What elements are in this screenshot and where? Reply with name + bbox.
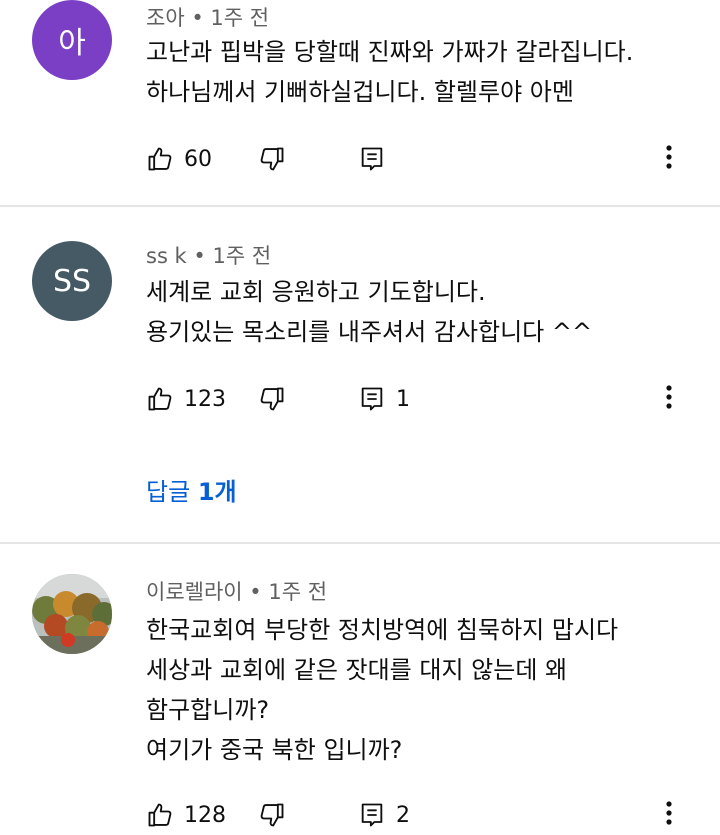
- author-name[interactable]: ss k: [146, 244, 187, 268]
- comment-reply-icon: [358, 801, 386, 829]
- comment-text: 한국교회여 부당한 정치방역에 침묵하지 맙시다 세상과 교회에 같은 잣대를 …: [146, 610, 618, 770]
- more-vertical-icon: [665, 384, 673, 414]
- reply-button[interactable]: 1: [358, 379, 410, 419]
- dislike-button[interactable]: [258, 795, 286, 835]
- reply-button[interactable]: [358, 139, 396, 179]
- comment-item: SS ss k • 1주 전 세계로 교회 응원하고 기도합니다. 용기있는 목…: [0, 238, 720, 538]
- comment-line: 한국교회여 부당한 정치방역에 침묵하지 맙시다: [146, 616, 619, 644]
- author-name[interactable]: 이로렐라이: [146, 580, 243, 604]
- comment-meta: ss k • 1주 전: [146, 240, 271, 270]
- comment-line: 고난과 핍박을 당할때 진짜와 가짜가 갈라집니다.: [146, 38, 634, 66]
- avatar[interactable]: 아: [32, 0, 112, 80]
- thumbs-up-icon: [146, 385, 174, 413]
- comment-time[interactable]: 1주 전: [268, 580, 327, 604]
- comment-item: 이로렐라이 • 1주 전 한국교회여 부당한 정치방역에 침묵하지 맙시다 세상…: [0, 574, 720, 828]
- avatar-initial: SS: [52, 263, 92, 299]
- thumbs-up-icon: [146, 801, 174, 829]
- thumbs-up-icon: [146, 145, 174, 173]
- like-count: 123: [184, 386, 226, 412]
- comment-actions: 60: [146, 139, 706, 179]
- comment-time[interactable]: 1주 전: [212, 244, 271, 268]
- autumn-landscape-photo-icon: [32, 574, 112, 654]
- comment-line: 여기가 중국 북한 입니까?: [146, 736, 403, 764]
- reply-count: 1: [396, 386, 410, 412]
- dislike-button[interactable]: [258, 379, 286, 419]
- thumbs-down-icon: [258, 145, 286, 173]
- like-button[interactable]: 123: [146, 379, 226, 419]
- like-button[interactable]: 60: [146, 139, 212, 179]
- divider: [0, 542, 720, 544]
- comment-line: 세상과 교회에 같은 잣대를 대지 않는데 왜: [146, 656, 568, 684]
- more-options-button[interactable]: [654, 139, 684, 179]
- comment-meta: 이로렐라이 • 1주 전: [146, 576, 327, 606]
- comment-actions: 128 2: [146, 795, 706, 835]
- view-replies-link[interactable]: 답글 1개: [146, 472, 237, 507]
- avatar[interactable]: [32, 574, 112, 654]
- like-button[interactable]: 128: [146, 795, 226, 835]
- divider: [0, 205, 720, 207]
- more-vertical-icon: [665, 144, 673, 174]
- dislike-button[interactable]: [258, 139, 286, 179]
- meta-separator: •: [249, 580, 262, 604]
- like-count: 128: [184, 802, 226, 828]
- comment-meta: 조아 • 1주 전: [146, 2, 269, 32]
- thumbs-down-icon: [258, 385, 286, 413]
- reply-link-label: 답글: [146, 478, 191, 506]
- comment-reply-icon: [358, 145, 386, 173]
- comment-text: 세계로 교회 응원하고 기도합니다. 용기있는 목소리를 내주셔서 감사합니다 …: [146, 272, 592, 352]
- reply-link-count: 1개: [197, 478, 237, 506]
- reply-count: 2: [396, 802, 410, 828]
- comment-line: 세계로 교회 응원하고 기도합니다.: [146, 278, 486, 306]
- comment-actions: 123 1: [146, 379, 706, 419]
- comment-line: 하나님께서 기뻐하실겁니다. 할렐루야 아멘: [146, 78, 574, 106]
- comment-line: 함구합니까?: [146, 696, 270, 724]
- meta-separator: •: [193, 244, 206, 268]
- author-name[interactable]: 조아: [146, 6, 185, 30]
- comment-text: 고난과 핍박을 당할때 진짜와 가짜가 갈라집니다. 하나님께서 기뻐하실겁니다…: [146, 32, 633, 112]
- comment-time[interactable]: 1주 전: [210, 6, 269, 30]
- avatar-initial: 아: [58, 26, 86, 61]
- comment-reply-icon: [358, 385, 386, 413]
- meta-separator: •: [191, 6, 204, 30]
- more-options-button[interactable]: [654, 379, 684, 419]
- thumbs-down-icon: [258, 801, 286, 829]
- like-count: 60: [184, 146, 212, 172]
- comment-item: 아 조아 • 1주 전 고난과 핍박을 당할때 진짜와 가짜가 갈라집니다. 하…: [0, 0, 720, 206]
- more-options-button[interactable]: [654, 795, 684, 835]
- avatar[interactable]: SS: [32, 241, 112, 321]
- reply-button[interactable]: 2: [358, 795, 410, 835]
- comment-line: 용기있는 목소리를 내주셔서 감사합니다 ^^: [146, 318, 593, 346]
